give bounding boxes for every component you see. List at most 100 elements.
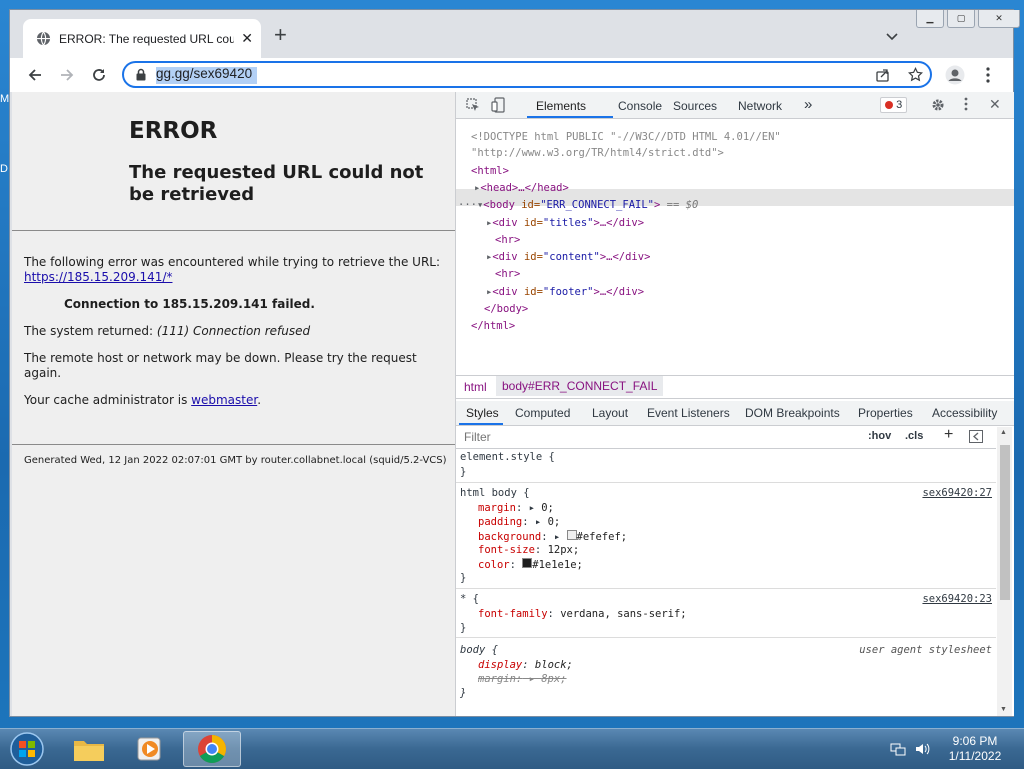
css-declaration[interactable]: color: #1e1e1e;	[478, 558, 583, 571]
tab-close-icon[interactable]: ✕	[241, 30, 253, 47]
dom-node-body[interactable]: ···▾<body id="ERR_CONNECT_FAIL"> == $0	[458, 199, 698, 211]
error-url-link[interactable]: https://185.15.209.141/*	[24, 270, 172, 284]
styles-filter-input[interactable]	[462, 429, 846, 445]
maximize-button[interactable]: ▢	[947, 10, 975, 28]
error-failure: Connection to 185.15.209.141 failed.	[64, 297, 315, 311]
scroll-down-icon[interactable]: ▼	[1000, 706, 1007, 713]
tab-sources[interactable]: Sources	[673, 99, 717, 113]
error-count-badge[interactable]: 3	[880, 97, 908, 113]
dom-node-head[interactable]: ▸<head>…</head>	[474, 182, 569, 194]
rule-selector[interactable]: * {	[460, 593, 479, 605]
device-toolbar-icon[interactable]	[491, 97, 505, 116]
profile-avatar-icon[interactable]	[944, 64, 966, 86]
tab-strip: ERROR: The requested URL could ✕ + ▁ ▢ ✕	[10, 10, 1020, 58]
new-tab-button[interactable]: +	[274, 24, 287, 46]
tab-computed[interactable]: Computed	[515, 406, 570, 420]
admin-text: Your cache administrator is webmaster.	[24, 393, 262, 407]
volume-icon[interactable]	[914, 741, 930, 762]
browser-tab[interactable]: ERROR: The requested URL could ✕	[23, 19, 261, 58]
window-close-button[interactable]: ✕	[978, 10, 1020, 28]
tab-styles[interactable]: Styles	[466, 406, 499, 420]
dom-node-div-footer[interactable]: ▸<div id="footer">…</div>	[486, 286, 644, 298]
lock-icon[interactable]	[136, 68, 146, 86]
css-declaration[interactable]: margin: ▸ 0;	[478, 502, 554, 514]
dom-node-hr[interactable]: <hr>	[495, 234, 520, 246]
css-declaration[interactable]: font-family: verdana, sans-serif;	[478, 608, 687, 620]
styles-rules: element.style { } html body { sex69420:2…	[456, 449, 996, 716]
globe-icon	[35, 31, 51, 47]
file-explorer-icon[interactable]	[60, 731, 118, 767]
devtools-close-icon[interactable]: ✕	[989, 96, 1001, 113]
rule-selector[interactable]: element.style {	[460, 451, 555, 463]
styles-scrollbar[interactable]: ▲ ▼	[997, 427, 1012, 716]
back-button[interactable]	[24, 64, 46, 86]
color-swatch[interactable]	[566, 530, 577, 540]
error-icon	[885, 101, 893, 109]
tab-network[interactable]: Network	[738, 99, 782, 113]
network-icon[interactable]	[890, 741, 906, 762]
css-declaration[interactable]: font-size: 12px;	[478, 544, 579, 556]
page-subheading: The requested URL could not be retrieved	[129, 162, 424, 205]
active-tab-indicator	[527, 116, 613, 118]
devtools-menu-icon[interactable]	[964, 97, 968, 114]
tab-dom-breakpoints[interactable]: DOM Breakpoints	[745, 406, 840, 420]
breadcrumb-body[interactable]: body#ERR_CONNECT_FAIL	[496, 376, 664, 396]
scroll-up-icon[interactable]: ▲	[1000, 429, 1007, 436]
start-button[interactable]	[0, 731, 54, 767]
desktop-icon-label: D	[0, 163, 8, 175]
url-input[interactable]	[156, 66, 456, 81]
scrollbar-thumb[interactable]	[1000, 445, 1010, 600]
rule-selector[interactable]: body {	[460, 644, 498, 656]
forward-button[interactable]	[56, 64, 78, 86]
web-page: ERROR The requested URL could not be ret…	[12, 92, 455, 716]
rule-source-link[interactable]: sex69420:23	[922, 593, 992, 605]
page-heading: ERROR	[129, 118, 218, 144]
dom-node-html[interactable]: <html>	[471, 165, 509, 177]
css-declaration[interactable]: padding: ▸ 0;	[478, 516, 560, 528]
system-clock[interactable]: 9:06 PM 1/11/2022	[940, 734, 1010, 764]
rule-close: }	[460, 687, 467, 699]
desktop-icon-label: M	[0, 93, 10, 105]
tab-accessibility[interactable]: Accessibility	[932, 406, 997, 420]
dom-node-div-titles[interactable]: ▸<div id="titles">…</div>	[486, 217, 644, 229]
devtools-panel: Elements Console Sources Network » 3 ✕ <…	[455, 92, 1014, 716]
tab-title: ERROR: The requested URL could	[59, 31, 234, 46]
media-player-icon[interactable]	[121, 731, 179, 767]
minimize-button[interactable]: ▁	[916, 10, 944, 28]
new-style-rule-icon[interactable]: +	[944, 426, 953, 444]
rule-source-link[interactable]: sex69420:27	[922, 487, 992, 499]
tab-layout[interactable]: Layout	[592, 406, 628, 420]
color-swatch[interactable]	[522, 558, 533, 568]
chrome-taskbar-icon[interactable]	[183, 731, 241, 767]
webmaster-link[interactable]: webmaster	[191, 393, 257, 407]
breadcrumb-html[interactable]: html	[464, 380, 487, 394]
tab-search-icon[interactable]	[886, 28, 900, 42]
browser-menu-icon[interactable]	[977, 64, 999, 86]
more-tabs-icon[interactable]: »	[804, 96, 812, 113]
tab-event-listeners[interactable]: Event Listeners	[647, 406, 730, 420]
breadcrumb: html body#ERR_CONNECT_FAIL	[456, 375, 1014, 399]
css-declaration[interactable]: background: ▸ #efefef;	[478, 530, 627, 543]
bookmark-star-icon[interactable]	[907, 66, 924, 87]
tab-console[interactable]: Console	[618, 99, 662, 113]
browser-window: ERROR: The requested URL could ✕ + ▁ ▢ ✕	[10, 10, 1020, 716]
dom-node-html-end: </html>	[471, 320, 516, 332]
address-bar[interactable]	[122, 61, 932, 88]
tab-properties[interactable]: Properties	[858, 406, 913, 420]
reload-button[interactable]	[88, 64, 110, 86]
system-returned: The system returned: (111) Connection re…	[24, 324, 311, 338]
toggle-sidebar-icon[interactable]	[969, 430, 983, 446]
share-icon[interactable]	[876, 68, 890, 87]
cls-toggle[interactable]: .cls	[905, 430, 923, 442]
dom-node-div-content[interactable]: ▸<div id="content">…</div>	[486, 251, 650, 263]
dom-doctype: "http://www.w3.org/TR/html4/strict.dtd">	[471, 147, 724, 159]
clock-time: 9:06 PM	[952, 734, 998, 748]
page-footer: Generated Wed, 12 Jan 2022 02:07:01 GMT …	[24, 455, 447, 466]
dom-node-hr[interactable]: <hr>	[495, 268, 520, 280]
rule-close: }	[460, 572, 467, 584]
inspect-element-icon[interactable]	[466, 98, 480, 115]
settings-gear-icon[interactable]	[931, 98, 945, 115]
tab-elements[interactable]: Elements	[536, 99, 586, 113]
hov-toggle[interactable]: :hov	[868, 430, 891, 442]
rule-selector[interactable]: html body {	[460, 487, 530, 499]
